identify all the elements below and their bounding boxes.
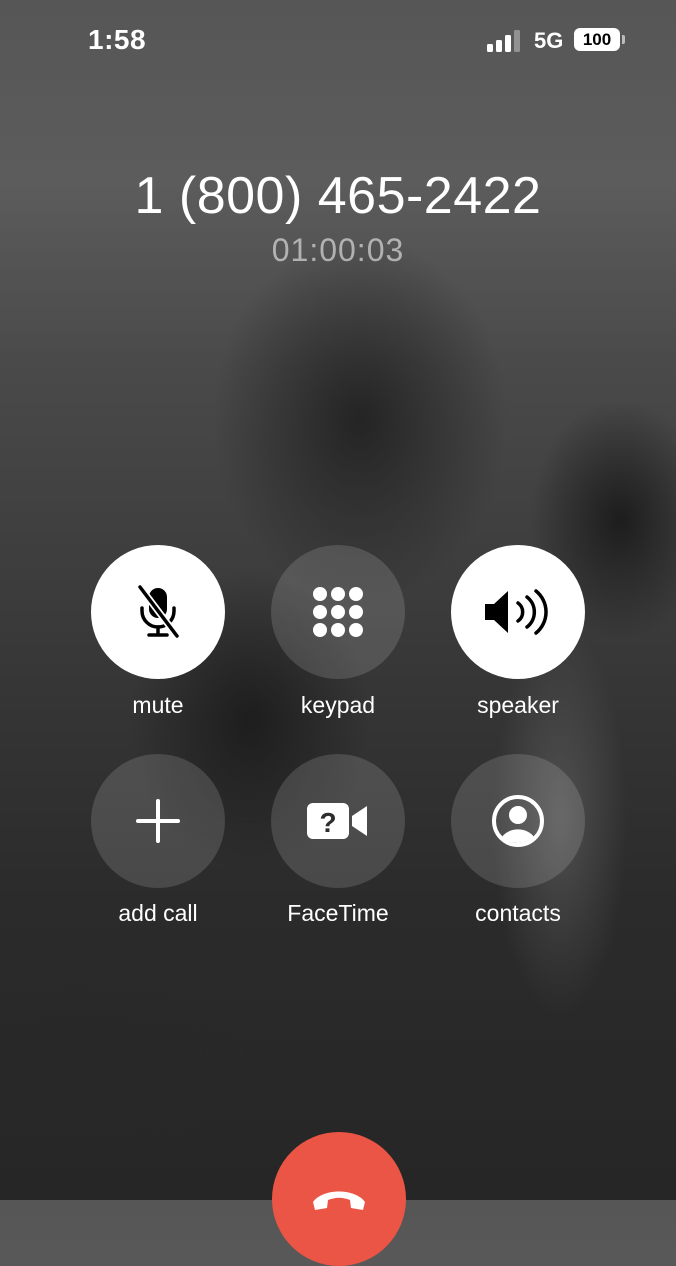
- facetime-video-question-icon: ?: [307, 803, 367, 839]
- keypad-icon: [313, 587, 363, 637]
- speaker-wave-icon: [485, 589, 548, 635]
- facetime-button[interactable]: ?: [271, 754, 405, 888]
- plus-icon: [136, 799, 180, 843]
- speaker-button[interactable]: [451, 545, 585, 679]
- speaker-label: speaker: [477, 692, 559, 718]
- mute-label: mute: [132, 692, 184, 718]
- call-duration: 01:00:03: [271, 232, 405, 268]
- mic-slash-icon: [136, 584, 181, 640]
- facetime-label: FaceTime: [287, 900, 389, 926]
- battery-tip: [622, 35, 625, 44]
- cellular-signal-icon: [487, 30, 521, 52]
- end-call-button[interactable]: [272, 1132, 406, 1266]
- contact-person-icon: [492, 795, 544, 847]
- caller-number: 1 (800) 465-2422: [134, 167, 542, 225]
- status-time: 1:58: [88, 24, 147, 55]
- keypad-label: keypad: [300, 692, 376, 718]
- svg-text:?: ?: [319, 807, 336, 838]
- network-type: 5G: [534, 28, 564, 53]
- battery-icon: 100: [574, 28, 620, 51]
- contacts-label: contacts: [475, 900, 561, 926]
- contacts-button[interactable]: [451, 754, 585, 888]
- add-call-label: add call: [118, 900, 198, 926]
- phone-hangup-icon: [313, 1191, 365, 1210]
- add-call-button[interactable]: [91, 754, 225, 888]
- mute-button[interactable]: [91, 545, 225, 679]
- keypad-button[interactable]: [271, 545, 405, 679]
